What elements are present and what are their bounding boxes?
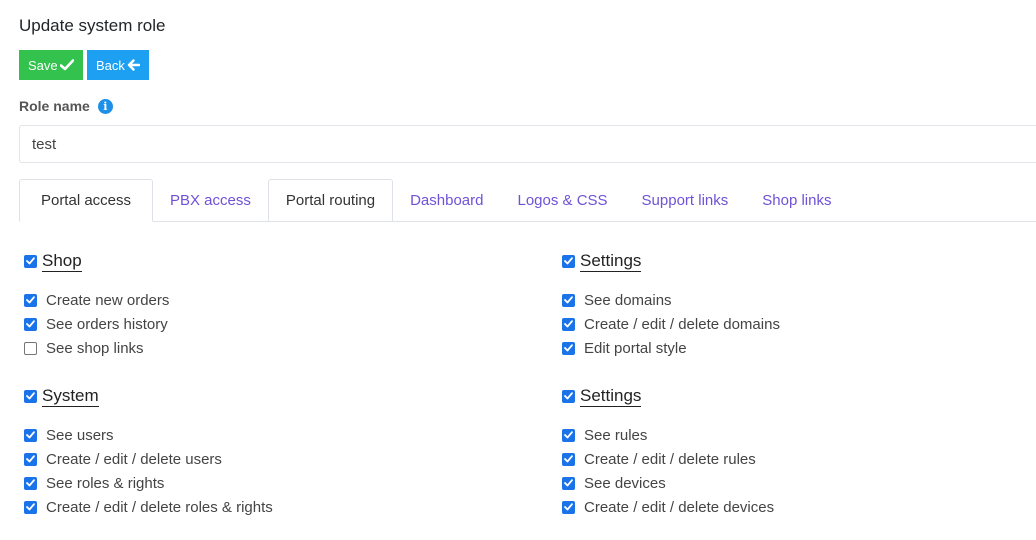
permission-checkbox[interactable] bbox=[24, 500, 37, 514]
permission-group-shop: Shop Create new orders See orders history S… bbox=[24, 250, 169, 360]
role-name-label-text: Role name bbox=[19, 98, 90, 114]
save-button-label: Save bbox=[28, 57, 58, 73]
tab-shop-links[interactable]: Shop links bbox=[745, 179, 848, 221]
permission-label: See domains bbox=[584, 291, 672, 309]
permission-item[interactable]: See users bbox=[24, 423, 273, 447]
back-button[interactable]: Back bbox=[87, 50, 149, 80]
group-header: Shop bbox=[24, 250, 169, 272]
permission-label: See roles & rights bbox=[46, 474, 165, 492]
permission-label: See users bbox=[46, 426, 114, 444]
permission-group-settings: Settings See domains Create / edit / delet… bbox=[562, 250, 780, 360]
tab-portal-access[interactable]: Portal access bbox=[19, 179, 153, 222]
permission-label: Create / edit / delete devices bbox=[584, 498, 775, 516]
permission-label: See orders history bbox=[46, 315, 168, 333]
group-title[interactable]: System bbox=[42, 386, 99, 407]
permission-item[interactable]: See rules bbox=[562, 423, 774, 447]
back-button-label: Back bbox=[96, 57, 125, 73]
tab-portal-routing[interactable]: Portal routing bbox=[267, 179, 394, 221]
group-checkbox[interactable] bbox=[24, 389, 37, 403]
permission-item[interactable]: Create / edit / delete domains bbox=[562, 312, 780, 336]
permission-list: See rules Create / edit / delete rules See… bbox=[562, 423, 774, 519]
tab-support-links[interactable]: Support links bbox=[625, 179, 746, 221]
tab-label: Dashboard bbox=[410, 191, 484, 209]
tab-label: Portal access bbox=[40, 192, 132, 209]
save-button[interactable]: Save bbox=[19, 50, 83, 80]
role-name-label: Role name i bbox=[19, 98, 113, 114]
permission-item[interactable]: See domains bbox=[562, 288, 780, 312]
tab-label: Shop links bbox=[762, 191, 832, 209]
permission-checkbox[interactable] bbox=[562, 500, 575, 514]
permission-checkbox[interactable] bbox=[24, 293, 37, 307]
permission-label: See shop links bbox=[46, 339, 144, 357]
permission-item[interactable]: Create / edit / delete rules bbox=[562, 447, 774, 471]
permission-checkbox[interactable] bbox=[24, 317, 37, 331]
group-title[interactable]: Settings bbox=[580, 386, 642, 407]
tab-label: PBX access bbox=[170, 191, 251, 209]
group-checkbox[interactable] bbox=[562, 254, 575, 268]
permission-item[interactable]: Create / edit / delete roles & rights bbox=[24, 495, 273, 519]
tab-logos-css[interactable]: Logos & CSS bbox=[500, 179, 624, 221]
group-header: Settings bbox=[562, 385, 774, 407]
permission-checkbox[interactable] bbox=[562, 317, 575, 331]
group-title[interactable]: Settings bbox=[580, 251, 642, 272]
permission-label: Create / edit / delete users bbox=[46, 450, 222, 468]
info-icon[interactable]: i bbox=[97, 98, 113, 114]
permission-checkbox[interactable] bbox=[562, 428, 575, 442]
permission-item[interactable]: See roles & rights bbox=[24, 471, 273, 495]
permission-checkbox[interactable] bbox=[562, 293, 575, 307]
permission-item[interactable]: Create new orders bbox=[24, 288, 169, 312]
permission-checkbox[interactable] bbox=[562, 341, 575, 355]
permission-list: See domains Create / edit / delete domain… bbox=[562, 288, 780, 360]
permission-item[interactable]: Create / edit / delete devices bbox=[562, 495, 774, 519]
check-icon bbox=[59, 59, 74, 71]
permission-label: Create / edit / delete roles & rights bbox=[46, 498, 273, 516]
tab-label: Logos & CSS bbox=[517, 191, 608, 209]
role-name-input[interactable] bbox=[19, 125, 1036, 163]
tab-dashboard[interactable]: Dashboard bbox=[393, 179, 500, 221]
group-checkbox[interactable] bbox=[562, 389, 575, 403]
permission-group-settings: Settings See rules Create / edit / delete … bbox=[562, 385, 774, 519]
group-header: Settings bbox=[562, 250, 780, 272]
permission-label: Edit portal style bbox=[584, 339, 687, 357]
tab-label: Portal routing bbox=[285, 192, 376, 209]
permission-list: See users Create / edit / delete users See… bbox=[24, 423, 273, 519]
page-title: Update system role bbox=[19, 16, 166, 35]
permission-label: See devices bbox=[584, 474, 666, 492]
permission-checkbox[interactable] bbox=[24, 452, 37, 466]
permission-label: Create new orders bbox=[46, 291, 170, 309]
permission-checkbox[interactable] bbox=[562, 452, 575, 466]
permission-item[interactable]: See devices bbox=[562, 471, 774, 495]
permission-item[interactable]: See shop links bbox=[24, 336, 169, 360]
permission-label: Create / edit / delete domains bbox=[584, 315, 780, 333]
arrow-left-icon bbox=[127, 59, 140, 71]
permission-checkbox[interactable] bbox=[24, 428, 37, 442]
permission-checkbox[interactable] bbox=[24, 476, 37, 490]
permission-item[interactable]: Edit portal style bbox=[562, 336, 780, 360]
tab-pbx-access[interactable]: PBX access bbox=[153, 179, 268, 221]
group-title[interactable]: Shop bbox=[42, 251, 82, 272]
permission-checkbox[interactable] bbox=[24, 341, 37, 355]
permission-item[interactable]: See orders history bbox=[24, 312, 169, 336]
permission-checkbox[interactable] bbox=[562, 476, 575, 490]
permission-group-system: System See users Create / edit / delete us… bbox=[24, 385, 273, 519]
tab-label: Support links bbox=[641, 191, 729, 209]
permission-label: See rules bbox=[584, 426, 648, 444]
permission-label: Create / edit / delete rules bbox=[584, 450, 756, 468]
permission-item[interactable]: Create / edit / delete users bbox=[24, 447, 273, 471]
group-checkbox[interactable] bbox=[24, 254, 37, 268]
group-header: System bbox=[24, 385, 273, 407]
permission-list: Create new orders See orders history See s… bbox=[24, 288, 169, 360]
tab-bar: Portal access PBX access Portal routing … bbox=[19, 179, 1036, 222]
